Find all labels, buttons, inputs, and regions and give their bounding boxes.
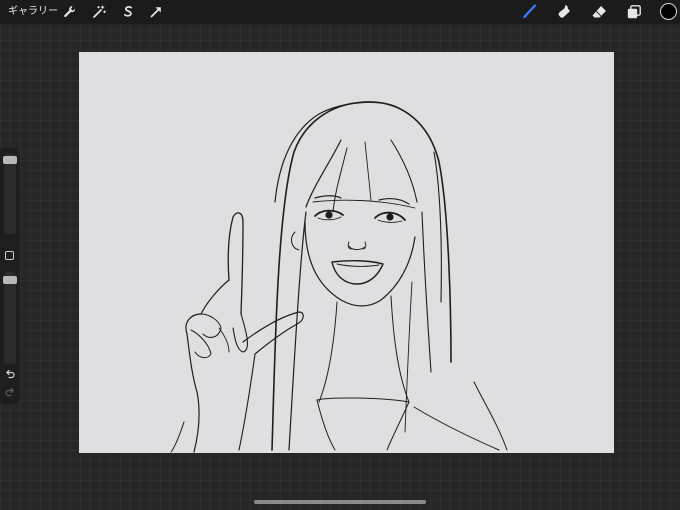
drawing-canvas[interactable]: [79, 52, 614, 453]
brush-size-slider[interactable]: [3, 154, 17, 234]
side-toolbar: [0, 148, 20, 404]
opacity-slider[interactable]: [3, 272, 17, 364]
color-picker-button[interactable]: [660, 3, 677, 20]
eraser-icon[interactable]: [590, 3, 608, 21]
selection-icon[interactable]: [119, 3, 137, 21]
top-toolbar: ギャラリー: [0, 0, 680, 24]
redo-icon[interactable]: [4, 386, 16, 398]
gallery-button[interactable]: ギャラリー: [8, 4, 58, 20]
opacity-thumb[interactable]: [3, 276, 17, 284]
brush-icon[interactable]: [520, 3, 538, 21]
wrench-icon[interactable]: [61, 3, 79, 21]
transform-arrow-icon[interactable]: [147, 3, 165, 21]
layers-icon[interactable]: [625, 3, 643, 21]
undo-icon[interactable]: [4, 368, 16, 380]
modify-square-icon[interactable]: [5, 251, 14, 260]
sketch-artwork: [170, 101, 508, 453]
smudge-icon[interactable]: [555, 3, 573, 21]
brush-size-thumb[interactable]: [3, 156, 17, 164]
magic-wand-icon[interactable]: [90, 3, 108, 21]
home-indicator[interactable]: [254, 500, 426, 504]
